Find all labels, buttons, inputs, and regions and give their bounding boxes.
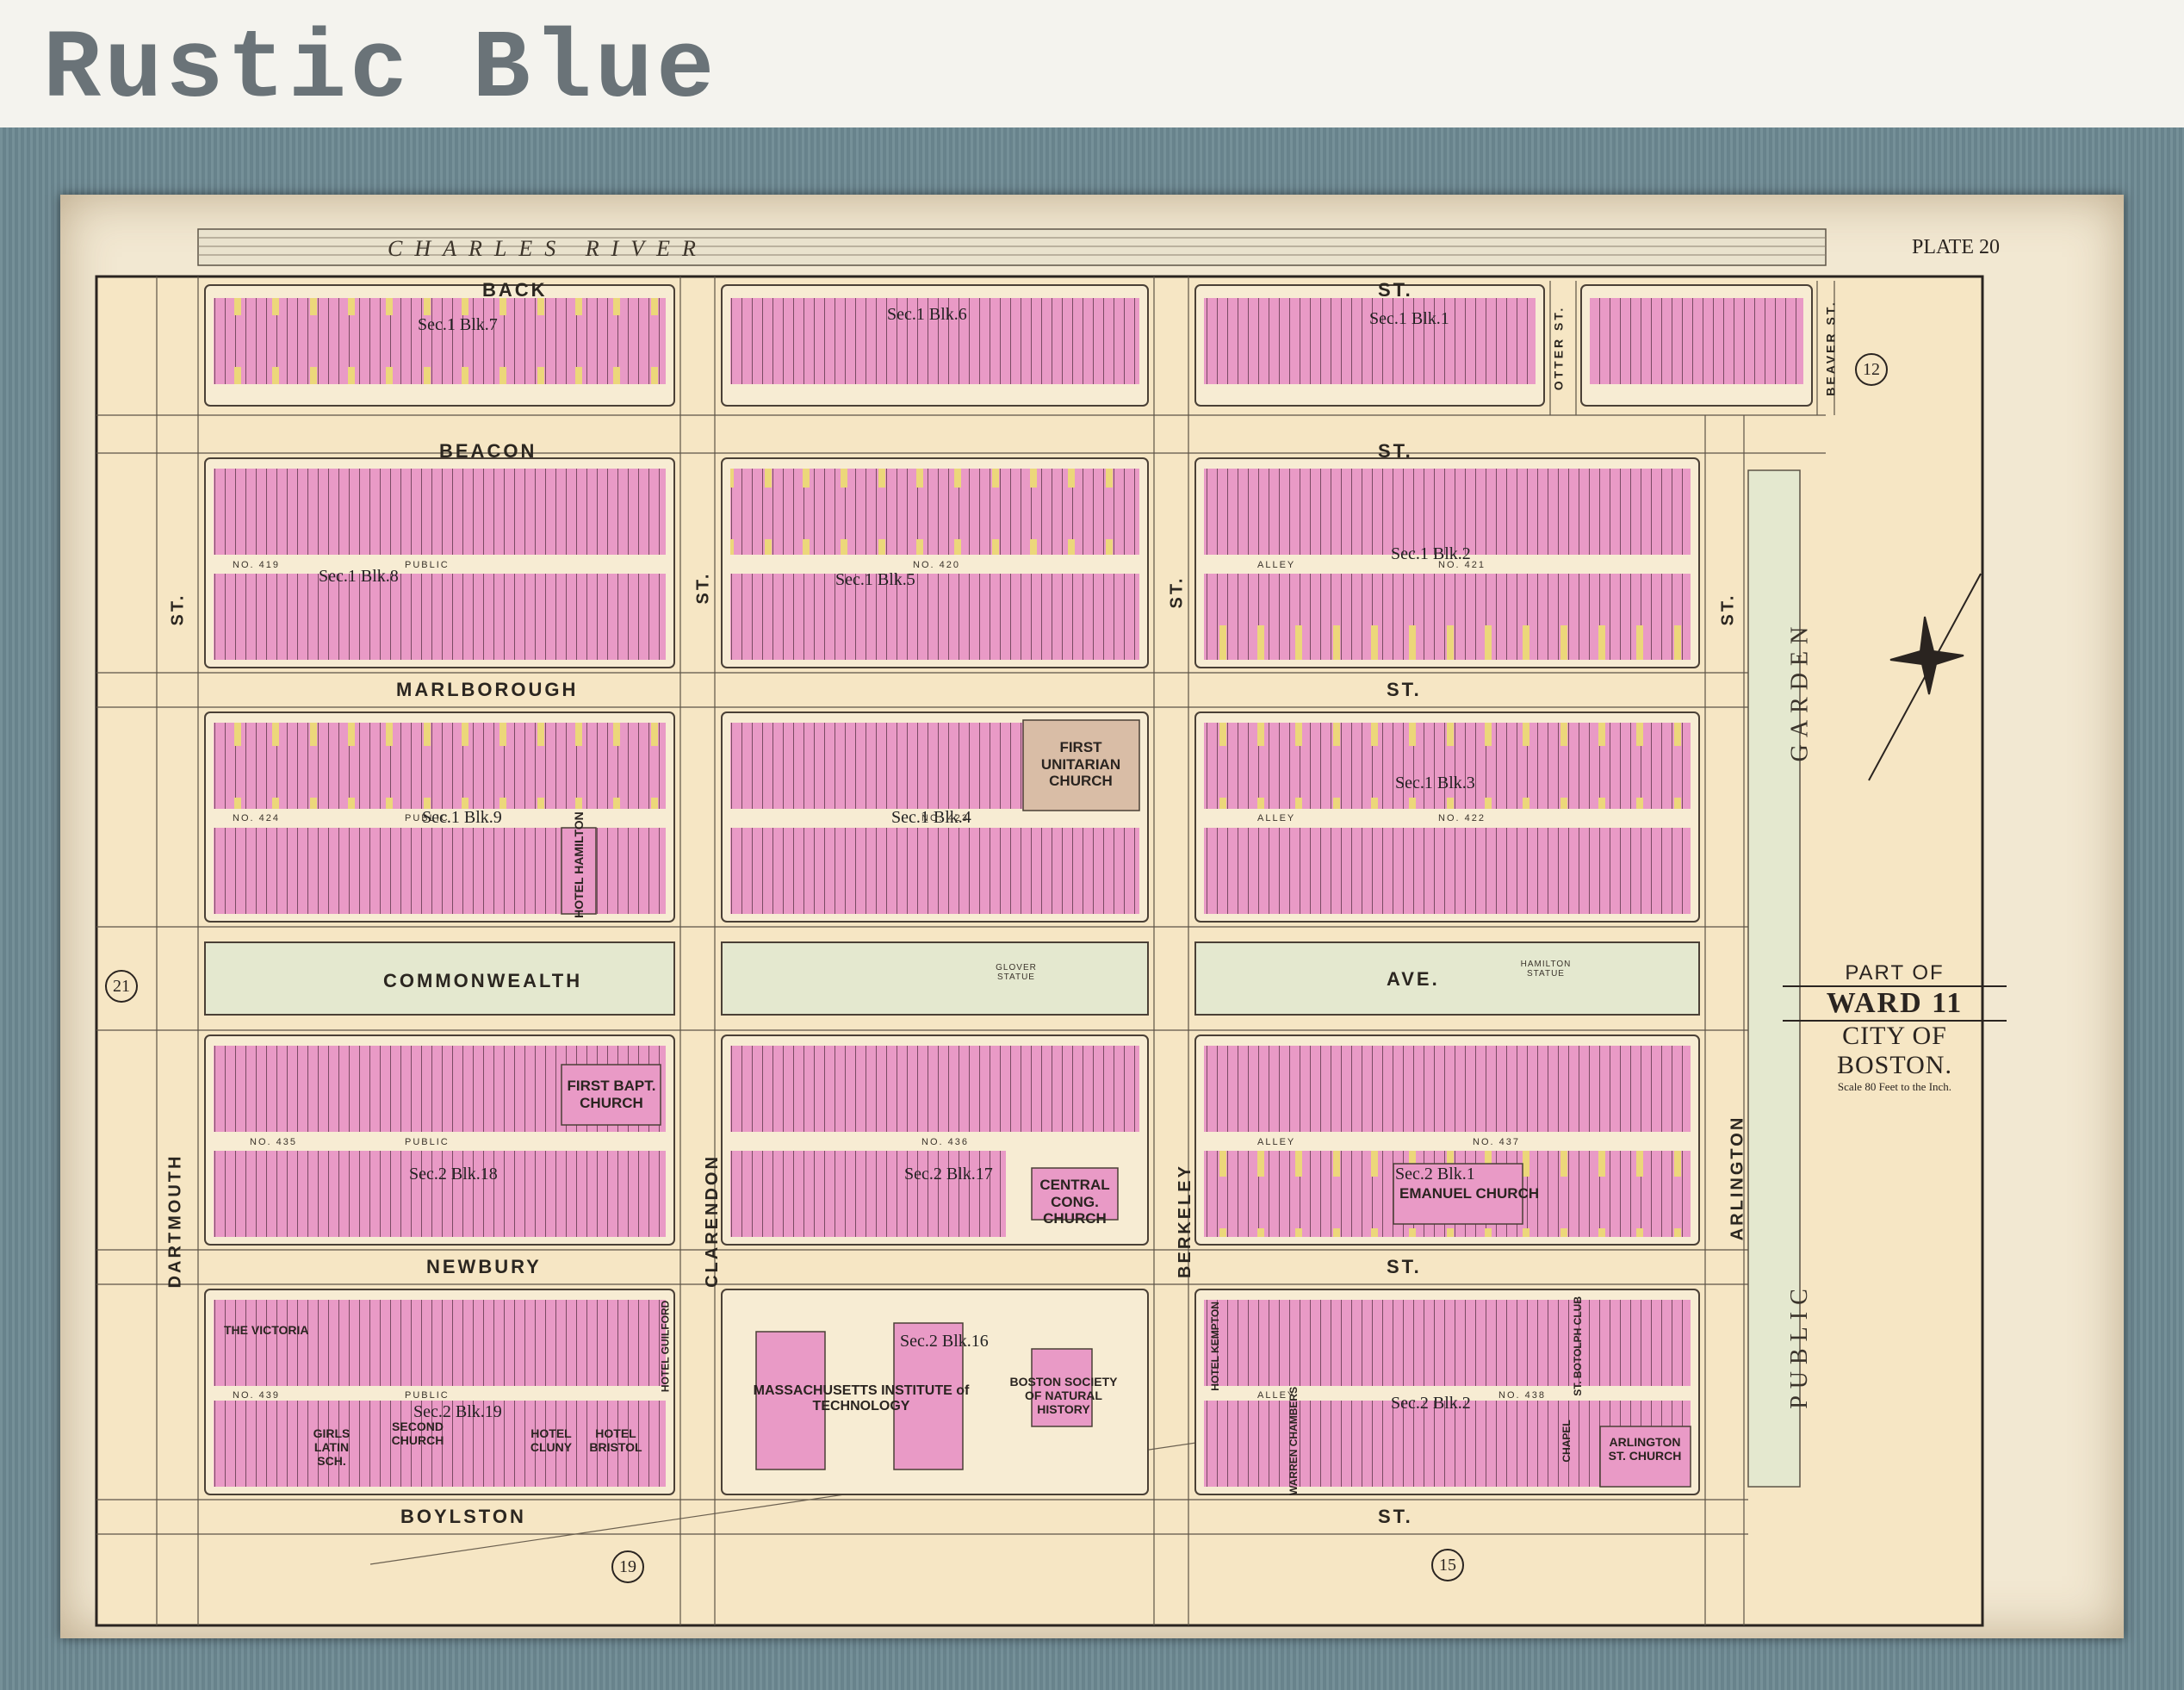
alley-label: PUBLIC xyxy=(405,1137,450,1147)
alley-label: NO. 424 xyxy=(233,813,280,823)
alley-label: PUBLIC xyxy=(405,560,450,570)
section-label: Sec.1 Blk.7 xyxy=(418,315,498,334)
map-drawing xyxy=(95,228,1984,1627)
street-otter: OTTER ST. xyxy=(1551,305,1566,391)
plate-number-15: 15 xyxy=(1431,1549,1464,1581)
section-label: Sec.1 Blk.6 xyxy=(887,305,967,324)
alley-label: ALLEY xyxy=(1257,813,1296,823)
building-st-botolph: ST. BOTOLPH CLUB xyxy=(1571,1296,1584,1396)
street-marlborough-st: ST. xyxy=(1387,679,1422,700)
street-boylston: BOYLSTON xyxy=(400,1506,526,1527)
alley-label: NO. 421 xyxy=(1438,560,1486,570)
ward-scale: Scale 80 Feet to the Inch. xyxy=(1837,1080,1952,1093)
building-mit: MASSACHUSETTS INSTITUTE of TECHNOLOGY xyxy=(753,1383,970,1414)
building-emanuel: EMANUEL CHURCH xyxy=(1399,1185,1540,1202)
street-arlington-st: ST. xyxy=(1718,593,1738,626)
street-boylston-st: ST. xyxy=(1378,1506,1413,1527)
ward-cartouche: PART OF WARD 11 CITY OF BOSTON. Scale 80… xyxy=(1783,961,2007,1094)
statue-hamilton: HAMILTON STATUE xyxy=(1520,960,1572,979)
building-warren-chambers: WARREN CHAMBERS xyxy=(1287,1386,1300,1495)
street-dartmouth: DARTMOUTH xyxy=(165,1153,185,1289)
building-central-cong: CENTRAL CONG. CHURCH xyxy=(1039,1177,1110,1227)
street-berkeley-st: ST. xyxy=(1167,575,1187,609)
alley-label: PUBLIC xyxy=(405,1390,450,1401)
section-label: Sec.2 Blk.16 xyxy=(900,1332,989,1351)
alley-label: NO. 437 xyxy=(1473,1137,1520,1147)
public-label: PUBLIC xyxy=(1785,1282,1813,1409)
building-first-unitarian: FIRST UNITARIAN CHURCH xyxy=(1040,739,1121,790)
building-chapel: CHAPEL xyxy=(1560,1420,1573,1463)
plate-number-12: 12 xyxy=(1855,353,1888,386)
street-back: BACK xyxy=(482,279,548,301)
street-clarendon: CLARENDON xyxy=(702,1154,722,1288)
street-arlington: ARLINGTON xyxy=(1728,1115,1747,1241)
plate-label: PLATE 20 xyxy=(1912,236,2000,258)
section-label: Sec.2 Blk.2 xyxy=(1391,1394,1471,1413)
building-hotel-cluny: HOTEL CLUNY xyxy=(530,1426,573,1455)
ward-city: CITY OF BOSTON. xyxy=(1837,1022,1952,1079)
street-berkeley: BERKELEY xyxy=(1175,1164,1194,1278)
alley-label: NO. 439 xyxy=(233,1390,280,1401)
plate-number-19: 19 xyxy=(611,1550,644,1583)
street-commonwealth: COMMONWEALTH xyxy=(383,970,583,991)
street-beaver: BEAVER ST. xyxy=(1823,300,1838,396)
street-newbury-st: ST. xyxy=(1387,1256,1422,1277)
building-victoria: THE VICTORIA xyxy=(224,1323,309,1337)
river-label: CHARLES RIVER xyxy=(388,236,708,261)
section-label: Sec.1 Blk.3 xyxy=(1395,774,1475,792)
ward-number: WARD 11 xyxy=(1783,985,2007,1022)
street-commonwealth-ave: AVE. xyxy=(1387,968,1440,990)
alley-label: NO. 423 xyxy=(921,813,969,823)
building-second-church: SECOND CHURCH xyxy=(391,1420,444,1448)
section-label: Sec.1 Blk.5 xyxy=(835,570,915,589)
picture-frame: CHARLES RIVER PLATE 20 BACK ST. BEACON S… xyxy=(0,127,2184,1690)
section-label: Sec.1 Blk.1 xyxy=(1369,309,1449,328)
street-clarendon-st: ST. xyxy=(693,571,713,605)
section-label: Sec.1 Blk.8 xyxy=(319,567,399,586)
alley-label: NO. 435 xyxy=(250,1137,297,1147)
map-sheet: CHARLES RIVER PLATE 20 BACK ST. BEACON S… xyxy=(60,195,2124,1638)
street-newbury: NEWBURY xyxy=(426,1256,542,1277)
section-label: Sec.2 Blk.18 xyxy=(409,1165,498,1184)
street-back-st: ST. xyxy=(1378,279,1413,301)
plate-number-21: 21 xyxy=(105,970,138,1003)
building-arlington-church: ARLINGTON ST. CHURCH xyxy=(1608,1435,1682,1463)
section-label: Sec.2 Blk.17 xyxy=(904,1165,993,1184)
alley-label: ALLEY xyxy=(1257,1137,1296,1147)
building-hotel-bristol: HOTEL BRISTOL xyxy=(589,1426,642,1455)
building-girls-latin: GIRLS LATIN SCH. xyxy=(313,1426,351,1469)
building-hotel-guilford: HOTEL GUILFORD xyxy=(659,1300,672,1393)
street-dartmouth-st: ST. xyxy=(168,593,188,626)
street-beacon-st: ST. xyxy=(1378,440,1413,462)
alley-label: NO. 436 xyxy=(921,1137,969,1147)
alley-label: ALLEY xyxy=(1257,560,1296,570)
alley-label: PUBLIC xyxy=(405,813,450,823)
alley-label: NO. 438 xyxy=(1498,1390,1546,1401)
alley-label: NO. 419 xyxy=(233,560,280,570)
alley-label: NO. 422 xyxy=(1438,813,1486,823)
street-beacon: BEACON xyxy=(439,440,537,462)
street-marlborough: MARLBOROUGH xyxy=(396,679,579,700)
garden-label: GARDEN xyxy=(1786,619,1814,762)
section-label: Sec.2 Blk.1 xyxy=(1395,1165,1475,1184)
building-hotel-hamilton: HOTEL HAMILTON xyxy=(571,811,586,918)
building-boston-society: BOSTON SOCIETY OF NATURAL HISTORY xyxy=(1009,1375,1118,1417)
building-first-bapt: FIRST BAPT. CHURCH xyxy=(567,1078,656,1111)
statue-glover: GLOVER STATUE xyxy=(996,963,1037,982)
ward-part-of: PART OF xyxy=(1845,961,1945,985)
header-title: Rustic Blue xyxy=(43,16,718,125)
alley-label: NO. 420 xyxy=(913,560,960,570)
building-hotel-kempton: HOTEL KEMPTON xyxy=(1208,1302,1221,1391)
alley-label: ALLEY xyxy=(1257,1390,1296,1401)
